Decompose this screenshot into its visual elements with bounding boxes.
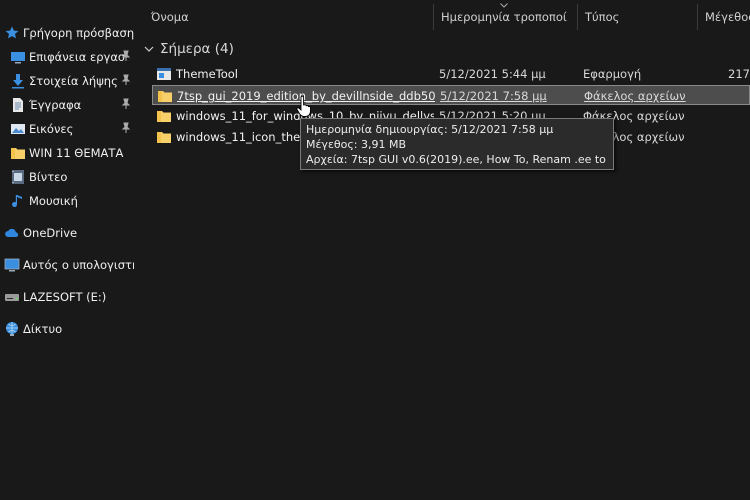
desktop-icon (10, 49, 26, 65)
nav-quick-access-label: Γρήγορη πρόσβαση (23, 26, 134, 40)
file-name: ThemeTool (176, 67, 239, 81)
nav-item-label: Έγγραφα (29, 98, 82, 112)
nav-item-label: Μουσική (29, 194, 78, 208)
folder-icon (157, 132, 171, 143)
nav-item-label: Εικόνες (29, 122, 74, 136)
file-list-pane[interactable]: Όνομα Ημερομηνία τροποποί Τύπος Μέγεθος … (134, 0, 750, 500)
nav-onedrive-label: OneDrive (23, 226, 78, 240)
nav-item-label: Βίντεο (29, 170, 68, 184)
file-size: 217 (728, 67, 750, 81)
nav-network[interactable]: Δίκτυο (4, 318, 134, 340)
file-type: Εφαρμογή (583, 67, 642, 81)
nav-item-label: WIN 11 ΘΕΜΑΤΑ (29, 146, 124, 160)
column-header-date[interactable]: Ημερομηνία τροποποί (434, 4, 578, 30)
nav-item-downloads[interactable]: Στοιχεία λήψης (10, 70, 134, 92)
navigation-pane[interactable]: Γρήγορη πρόσβαση Επιφάνεια εργασ Στοιχεί… (0, 0, 134, 500)
pin-icon (121, 98, 131, 109)
music-icon (10, 193, 26, 209)
nav-this-pc[interactable]: Αυτός ο υπολογιστή (4, 254, 134, 276)
nav-this-pc-label: Αυτός ο υπολογιστή (23, 258, 134, 272)
hand-cursor-icon (296, 96, 311, 117)
file-date: 5/12/2021 5:44 μμ (439, 67, 546, 81)
star-icon (4, 25, 20, 41)
nav-item-pictures[interactable]: Εικόνες (10, 118, 134, 140)
pictures-icon (10, 121, 26, 137)
nav-onedrive[interactable]: OneDrive (4, 222, 134, 244)
nav-drive-e-label: LAZESOFT (E:) (23, 290, 107, 304)
column-header-date-label: Ημερομηνία τροποποί (441, 10, 567, 24)
column-header-name-label: Όνομα (151, 10, 189, 24)
nav-item-label: Επιφάνεια εργασ (29, 50, 126, 64)
file-row-themetool[interactable]: ThemeTool 5/12/2021 5:44 μμ Εφαρμογή 217 (152, 64, 750, 84)
downloads-icon (10, 73, 26, 89)
computer-icon (4, 257, 20, 273)
network-icon (4, 321, 20, 337)
nav-item-win11-themes[interactable]: WIN 11 ΘΕΜΑΤΑ (10, 142, 134, 164)
folder-icon (158, 91, 172, 102)
tooltip-size: Μέγεθος: 3,91 MB (306, 138, 407, 151)
file-type: Φάκελος αρχείων (584, 89, 686, 103)
nav-item-music[interactable]: Μουσική (10, 190, 134, 212)
cloud-icon (4, 225, 20, 241)
file-size (712, 127, 750, 147)
column-header-size[interactable]: Μέγεθος (698, 4, 750, 30)
file-size (713, 86, 750, 106)
documents-icon (10, 97, 26, 113)
column-header-type-label: Τύπος (585, 10, 620, 24)
folder-icon (10, 145, 26, 161)
column-header-name[interactable]: Όνομα (144, 4, 434, 30)
pin-icon (121, 50, 131, 61)
pin-icon (121, 74, 131, 85)
tooltip-files: Αρχεία: 7tsp GUI v0.6(2019).ee, How To, … (306, 153, 608, 166)
nav-network-label: Δίκτυο (23, 322, 63, 336)
nav-quick-access[interactable]: Γρήγορη πρόσβαση (4, 22, 134, 44)
pin-icon (121, 122, 131, 133)
drive-icon (4, 289, 20, 305)
tooltip-created-date: Ημερομηνία δημιουργίας: 5/12/2021 7:58 μ… (306, 123, 554, 136)
file-size (712, 106, 750, 126)
nav-item-documents[interactable]: Έγγραφα (10, 94, 134, 116)
folder-icon (157, 111, 171, 122)
app-icon (157, 68, 171, 80)
videos-icon (10, 169, 26, 185)
nav-item-videos[interactable]: Βίντεο (10, 166, 134, 188)
group-header-label: Σήμερα (4) (160, 41, 234, 57)
nav-item-label: Στοιχεία λήψης (29, 74, 118, 88)
file-date: 5/12/2021 7:58 μμ (440, 89, 547, 103)
nav-item-desktop[interactable]: Επιφάνεια εργασ (10, 46, 134, 68)
chevron-down-icon[interactable] (144, 44, 154, 54)
group-header-today[interactable]: Σήμερα (4) (144, 38, 234, 60)
column-header-size-label: Μέγεθος (705, 10, 750, 24)
nav-drive-e[interactable]: LAZESOFT (E:) (4, 286, 134, 308)
folder-info-tooltip: Ημερομηνία δημιουργίας: 5/12/2021 7:58 μ… (300, 118, 614, 170)
column-header-type[interactable]: Τύπος (578, 4, 698, 30)
file-row-7tsp-gui[interactable]: 7tsp_gui_2019_edition_by_devillnside_ddb… (152, 85, 750, 105)
